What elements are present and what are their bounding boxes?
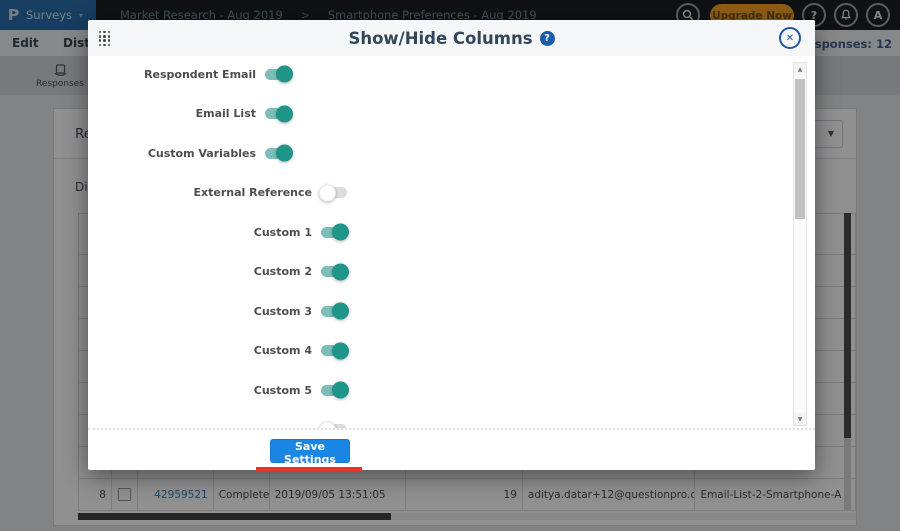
toggle-label: Custom 5 <box>253 383 312 397</box>
modal-header: Show/Hide Columns ? ✕ <box>88 20 815 56</box>
toggle-row: External Reference <box>88 183 347 203</box>
toggle-knob <box>319 184 336 201</box>
toggle-knob <box>332 302 349 320</box>
toggle-row: Custom 1 <box>88 222 349 242</box>
toggle-knob <box>332 263 349 280</box>
toggle-custom-4[interactable] <box>321 342 349 359</box>
toggle-external-reference[interactable] <box>319 184 347 201</box>
toggle-row: Custom 4 <box>88 341 349 361</box>
toggle-row: Respondent Email <box>88 64 293 84</box>
toggle-custom-variables[interactable] <box>265 144 293 162</box>
toggle-label: Custom 1 <box>253 225 312 239</box>
toggle-row: Email List <box>88 104 293 124</box>
modal-scrollbar[interactable]: ▲ ▼ <box>793 62 807 426</box>
modal-help-icon[interactable]: ? <box>539 30 555 46</box>
toggle-email-list[interactable] <box>265 105 293 122</box>
toggle-knob <box>276 65 293 83</box>
toggle-row: Custom 2 <box>88 262 349 282</box>
modal-footer: Save Settings <box>88 428 815 471</box>
toggle-label: Custom 3 <box>253 304 312 318</box>
toggle-row: Custom Variables <box>88 143 293 163</box>
toggle-knob <box>332 381 349 399</box>
close-button[interactable]: ✕ <box>779 27 801 49</box>
toggle-custom-3[interactable] <box>321 302 349 320</box>
toggle-custom-5[interactable] <box>321 381 349 399</box>
show-hide-columns-modal: Show/Hide Columns ? ✕ ▲ ▼ Respondent Ema… <box>88 20 815 471</box>
save-settings-button[interactable]: Save Settings <box>270 439 350 466</box>
toggle-row: Custom 5 <box>88 380 349 400</box>
scroll-up-arrow-icon[interactable]: ▲ <box>794 63 806 75</box>
column-toggle-list: ▲ ▼ Respondent Email Email List Custom Var… <box>88 56 815 428</box>
toggle-custom-1[interactable] <box>321 223 349 241</box>
toggle-custom-2[interactable] <box>321 263 349 280</box>
toggle-knob <box>276 105 293 122</box>
toggle-knob <box>319 421 336 428</box>
toggle-knob <box>332 223 349 241</box>
toggle-knob <box>332 342 349 359</box>
toggle-label: Respondent Email <box>144 67 256 81</box>
annotation-underline <box>256 467 362 471</box>
page: P Surveys ▾ Market Research - Aug 2019 >… <box>0 0 900 531</box>
toggle-label: Email List <box>195 107 256 120</box>
modal-title: Show/Hide Columns <box>348 28 533 48</box>
toggle-label: Custom 4 <box>253 344 312 357</box>
drag-handle-icon[interactable] <box>98 30 111 47</box>
toggle-label: Custom 2 <box>253 265 312 278</box>
toggle-label: Custom Variables <box>147 146 256 160</box>
toggle-respondent-email[interactable] <box>265 65 293 83</box>
toggle-knob <box>276 144 293 162</box>
scroll-down-arrow-icon[interactable]: ▼ <box>794 413 806 425</box>
modal-scroll-thumb[interactable] <box>795 79 805 219</box>
toggle-row: Custom 3 <box>88 301 349 321</box>
close-icon: ✕ <box>785 32 795 44</box>
toggle-label: External Reference <box>193 186 312 199</box>
toggle-row <box>88 420 347 428</box>
